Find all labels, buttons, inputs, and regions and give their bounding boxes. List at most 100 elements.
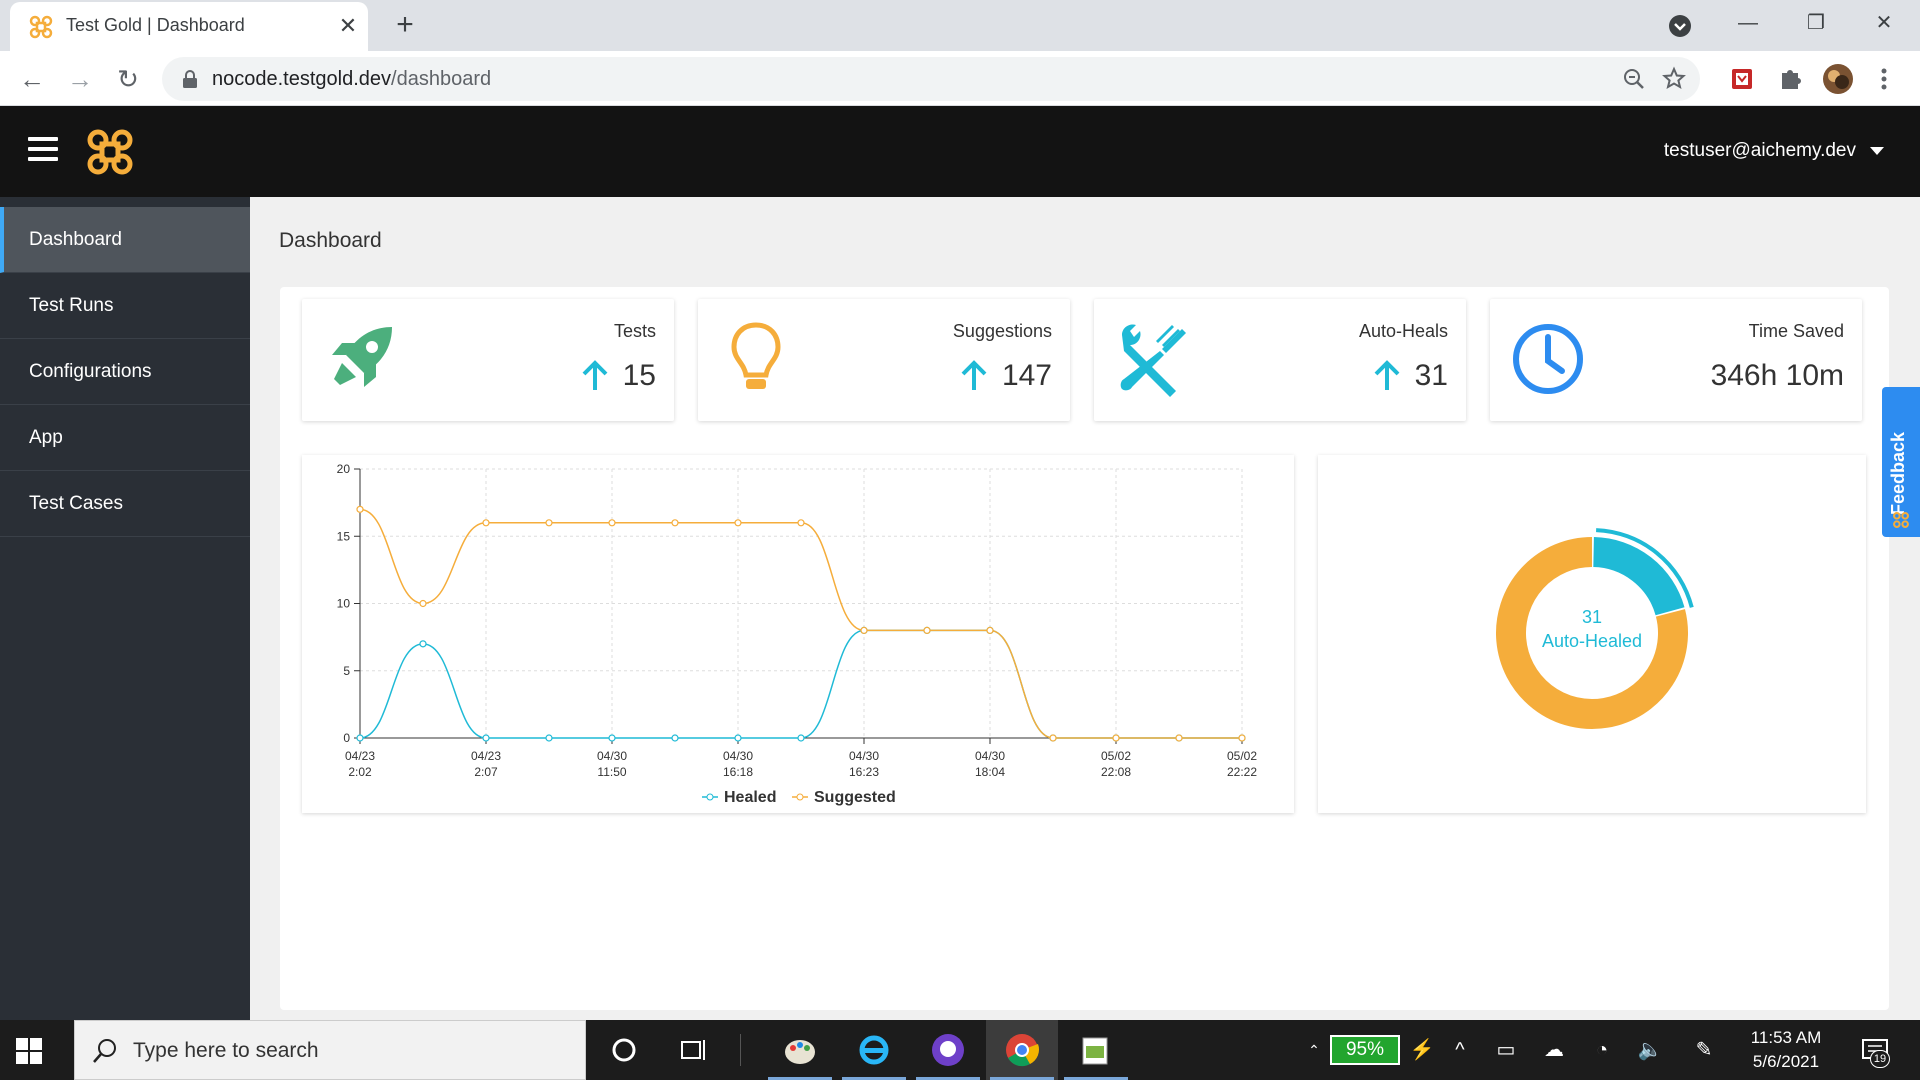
- sidebar-item-app[interactable]: App: [0, 405, 250, 471]
- data-point-suggested: [1112, 734, 1120, 742]
- arrow-up-icon: [1374, 360, 1400, 390]
- stat-label-tests: Tests: [613, 321, 656, 341]
- taskbar-app-paint[interactable]: [764, 1020, 836, 1080]
- address-bar[interactable]: nocode.testgold.dev/dashboard: [162, 57, 1700, 101]
- restore-button[interactable]: ❐: [1786, 6, 1846, 40]
- taskbar-search-input[interactable]: Type here to search: [74, 1020, 586, 1080]
- clock-time: 11:53 AM: [1750, 1028, 1822, 1047]
- donut-slice-healed: [1592, 537, 1685, 616]
- y-tick-label: 5: [343, 664, 350, 678]
- x-tick-label: 22:22: [1227, 765, 1257, 779]
- y-tick-label: 0: [343, 731, 350, 745]
- data-point-suggested: [1175, 734, 1183, 742]
- stat-label-auto-heals: Auto-Heals: [1358, 321, 1448, 341]
- url-text: nocode.testgold.dev/dashboard: [212, 68, 491, 91]
- legend-label: Healed: [724, 789, 776, 806]
- auto-healed-donut-card: 31 Auto-Healed: [1318, 455, 1866, 813]
- hamburger-menu-icon[interactable]: [28, 137, 58, 163]
- lock-icon: [183, 70, 197, 88]
- stat-value-auto-heals: 31: [1414, 359, 1448, 392]
- notepad-icon: [1082, 1037, 1108, 1065]
- rocket-icon: [332, 327, 392, 387]
- data-point-healed: [419, 640, 427, 648]
- series-line-healed: [359, 629, 1242, 739]
- page-title: Dashboard: [279, 229, 382, 252]
- donut-value: 31: [1581, 607, 1603, 627]
- notification-center-icon[interactable]: 19: [1856, 1036, 1896, 1068]
- stat-card-tests: Tests 15: [302, 299, 674, 421]
- stat-label-suggestions: Suggestions: [952, 321, 1052, 341]
- data-point-suggested: [356, 505, 364, 513]
- taskbar-app-github[interactable]: [912, 1020, 984, 1080]
- data-point-suggested: [923, 626, 931, 634]
- show-hidden-icons[interactable]: ^: [1446, 1036, 1474, 1064]
- window-close-button[interactable]: ✕: [1854, 6, 1914, 40]
- series-line-suggested: [359, 508, 1242, 739]
- taskbar-clock[interactable]: 11:53 AM 5/6/2021: [1736, 1026, 1836, 1074]
- auto-heal-line-chart: 0 5 10 15 20 04/23 2:02 04/23 2:07 04/30 11:50 04/3…: [337, 462, 1258, 806]
- zoom-icon[interactable]: [1620, 65, 1648, 93]
- task-view-icon[interactable]: [676, 1032, 712, 1068]
- tab-search-icon[interactable]: [1666, 12, 1694, 40]
- taskbar-app-chrome[interactable]: [986, 1020, 1058, 1080]
- cortana-icon[interactable]: [606, 1032, 642, 1068]
- forward-button[interactable]: →: [62, 61, 98, 97]
- browser-menu-icon[interactable]: [1866, 61, 1902, 97]
- reload-button[interactable]: ↻: [110, 61, 146, 97]
- x-tick-label: 04/30: [597, 749, 627, 763]
- url-path: /dashboard: [391, 68, 492, 90]
- minimize-button[interactable]: —: [1718, 6, 1778, 40]
- sidebar-item-configurations[interactable]: Configurations: [0, 339, 250, 405]
- x-tick-label: 16:18: [723, 765, 753, 779]
- github-desktop-icon: [932, 1034, 964, 1066]
- sidebar-item-dashboard[interactable]: Dashboard: [0, 207, 250, 273]
- sidebar-item-test-runs[interactable]: Test Runs: [0, 273, 250, 339]
- x-tick-label: 05/02: [1101, 749, 1131, 763]
- x-tick-label: 2:07: [474, 765, 498, 779]
- feedback-tab[interactable]: Feedback: [1882, 387, 1920, 537]
- auto-heal-chart-card: 0 5 10 15 20 04/23 2:02 04/23 2:07 04/30 11:50 04/3…: [302, 455, 1294, 813]
- extensions-puzzle-icon[interactable]: [1774, 63, 1806, 95]
- tray-scroll-icon[interactable]: ⌃: [1300, 1036, 1328, 1064]
- volume-icon[interactable]: 🔈: [1636, 1036, 1664, 1064]
- data-point-suggested: [545, 519, 553, 527]
- tab-close-icon[interactable]: ✕: [336, 12, 360, 40]
- data-point-suggested: [1049, 734, 1057, 742]
- taskbar-app-notepad[interactable]: [1060, 1020, 1132, 1080]
- bookmark-star-icon[interactable]: [1660, 65, 1688, 93]
- user-menu[interactable]: testuser@aichemy.dev: [1664, 140, 1884, 162]
- x-tick-label: 18:04: [975, 765, 1005, 779]
- extension-shield-icon[interactable]: [1726, 63, 1758, 95]
- data-point-healed: [734, 734, 742, 742]
- stat-value-time-saved: 346h 10m: [1710, 359, 1844, 392]
- pen-icon[interactable]: ✎: [1690, 1036, 1718, 1064]
- windows-taskbar: Type here to search ⌃ 95% ⚡ ^ ▭ ☁ ◔ 🔈 ✎ …: [0, 1020, 1920, 1080]
- taskbar-divider: [740, 1034, 741, 1066]
- stat-card-time-saved: Time Saved 346h 10m: [1490, 299, 1862, 421]
- arrow-up-icon: [961, 360, 987, 390]
- stat-card-auto-heals: Auto-Heals 31: [1094, 299, 1466, 421]
- battery-indicator[interactable]: 95%: [1330, 1035, 1400, 1065]
- data-point-healed: [671, 734, 679, 742]
- stat-value-tests: 15: [622, 359, 656, 392]
- data-point-healed: [482, 734, 490, 742]
- testgold-logo-icon[interactable]: [84, 126, 136, 178]
- sidebar-item-test-cases[interactable]: Test Cases: [0, 471, 250, 537]
- browser-tab[interactable]: Test Gold | Dashboard ✕: [10, 2, 368, 51]
- main-content: Dashboard Tests 15 Suggestions 147 Auto-…: [250, 197, 1920, 1020]
- wifi-icon[interactable]: ◔: [1588, 1036, 1616, 1064]
- taskbar-app-ie[interactable]: [838, 1020, 910, 1080]
- new-tab-button[interactable]: +: [388, 8, 422, 42]
- onedrive-icon[interactable]: ☁: [1540, 1036, 1568, 1064]
- profile-avatar[interactable]: [1822, 63, 1854, 95]
- tab-title: Test Gold | Dashboard: [66, 15, 245, 35]
- battery-tray-icon[interactable]: ▭: [1492, 1036, 1520, 1064]
- data-point-suggested: [734, 519, 742, 527]
- data-point-suggested: [608, 519, 616, 527]
- x-tick-label: 04/30: [849, 749, 879, 763]
- windows-start-icon[interactable]: [14, 1036, 44, 1066]
- data-point-suggested: [986, 626, 994, 634]
- chrome-icon: [1006, 1034, 1040, 1067]
- x-tick-label: 04/23: [345, 749, 375, 763]
- back-button[interactable]: ←: [14, 61, 50, 97]
